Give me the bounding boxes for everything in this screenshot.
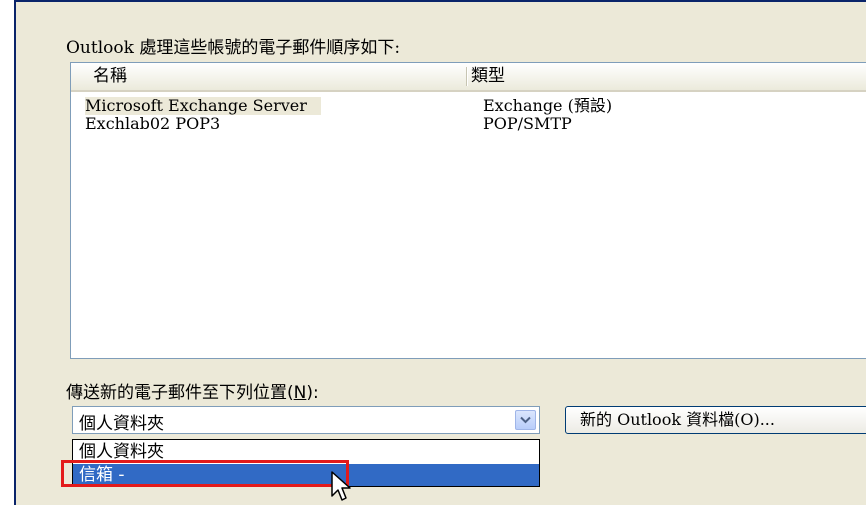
account-list[interactable]: 名稱 類型 Microsoft Exchange Server Exchange… — [70, 62, 866, 359]
account-order-heading: Outlook 處理這些帳號的電子郵件順序如下: — [66, 38, 401, 58]
deliver-location-select[interactable]: 個人資料夾 — [72, 406, 540, 434]
annotation-highlight-box — [61, 460, 349, 487]
account-settings-dialog: Outlook 處理這些帳號的電子郵件順序如下: 名稱 類型 Microsoft… — [14, 0, 866, 505]
deliver-label-mnemonic: N — [293, 383, 307, 403]
column-separator[interactable] — [466, 67, 468, 86]
deliver-location-value: 個人資料夾 — [79, 414, 164, 434]
mouse-pointer-icon — [331, 471, 351, 501]
new-outlook-data-file-button[interactable]: 新的 Outlook 資料檔(O)... — [565, 406, 866, 434]
list-header: 名稱 類型 — [71, 63, 866, 92]
account-name: Exchlab02 POP3 — [85, 114, 221, 133]
column-header-name[interactable]: 名稱 — [93, 63, 463, 90]
deliver-location-label: 傳送新的電子郵件至下列位置(N): — [66, 378, 319, 403]
account-name: Microsoft Exchange Server — [85, 97, 321, 115]
account-row[interactable]: Exchlab02 POP3 POP/SMTP — [79, 115, 866, 133]
deliver-label-text: 傳送新的電子郵件至下列位置( — [66, 383, 294, 403]
deliver-label-end: ): — [306, 383, 319, 403]
account-type: POP/SMTP — [483, 114, 572, 133]
chevron-down-icon — [520, 416, 531, 424]
dropdown-toggle-button[interactable] — [515, 410, 536, 430]
column-header-type[interactable]: 類型 — [471, 63, 866, 90]
account-row[interactable]: Microsoft Exchange Server Exchange (預設) — [79, 97, 866, 115]
account-type: Exchange (預設) — [483, 96, 613, 115]
